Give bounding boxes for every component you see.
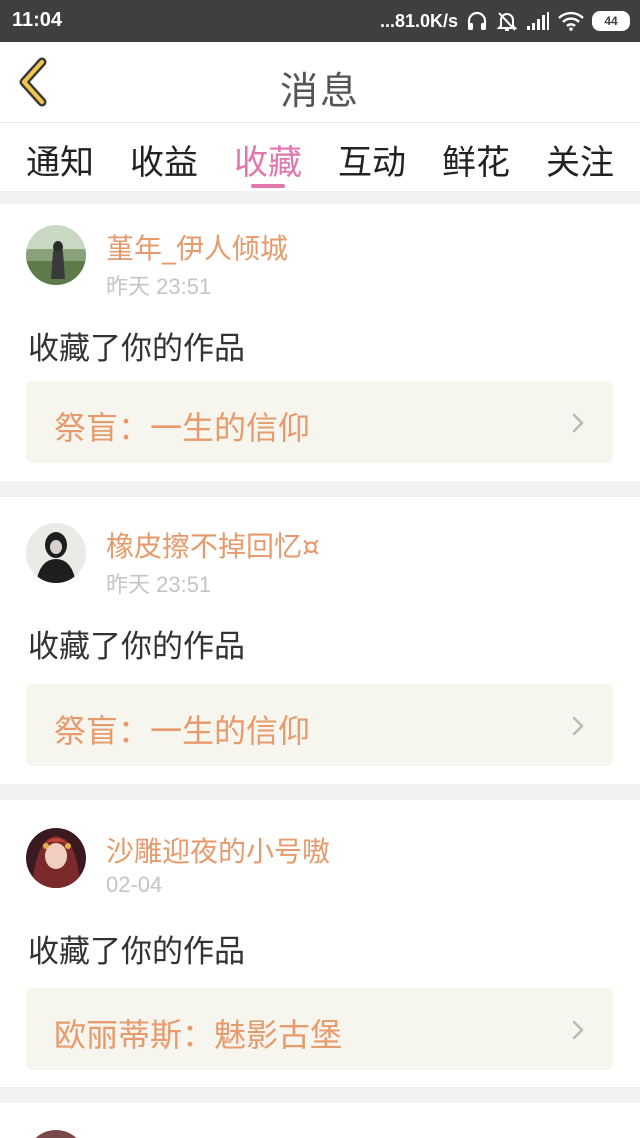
headphones-icon [467,11,487,30]
timestamp: 02-04 [106,872,163,897]
mute-bell-icon [496,12,518,31]
work-title: 欧丽蒂斯：魅影古堡 [54,1016,343,1054]
avatar[interactable] [26,828,86,888]
header-bar: 消息 [0,42,640,123]
signal-icon [527,12,549,30]
message-card: 沙雕迎夜的小号嗷 02-04 收藏了你的作品 欧丽蒂斯：魅影古堡 [0,800,640,1087]
work-link[interactable]: 祭盲：一生的信仰 [26,684,613,766]
message-list: 堇年_伊人倾城 昨天 23:51 收藏了你的作品 祭盲：一生的信仰 [0,191,640,481]
work-title: 祭盲：一生的信仰 [54,409,311,447]
status-bar: 11:04 ...81.0K/s 44 [0,0,640,42]
wifi-icon [558,11,584,31]
status-time: 11:04 [12,9,63,31]
tab-interactions[interactable]: 互动 [338,123,406,191]
username[interactable]: 沙雕迎夜的小号嗷 [106,830,330,870]
avatar[interactable] [26,225,86,285]
work-title: 祭盲：一生的信仰 [54,712,311,750]
divider [0,784,640,800]
username[interactable]: 堇年_伊人倾城 [106,227,288,267]
tab-earnings[interactable]: 收益 [130,123,198,191]
tab-favorites[interactable]: 收藏 [234,123,302,191]
avatar[interactable] [26,1130,86,1138]
message-card: 堇年_伊人倾城 昨天 23:51 收藏了你的作品 祭盲：一生的信仰 [0,204,640,481]
tab-flowers[interactable]: 鲜花 [442,123,510,191]
tab-bar: 通知 收益 收藏 互动 鲜花 关注 [0,123,640,191]
tab-follows[interactable]: 关注 [546,123,614,191]
divider [0,481,640,497]
chevron-right-icon [572,1020,584,1040]
page-title: 消息 [279,69,360,113]
action-text: 收藏了你的作品 [28,629,245,665]
work-link[interactable]: 祭盲：一生的信仰 [26,381,613,463]
avatar[interactable] [26,523,86,583]
action-text: 收藏了你的作品 [28,331,245,367]
divider [0,191,640,204]
message-card-2-wrapper: 橡皮擦不掉回忆¤ 昨天 23:51 收藏了你的作品 祭盲：一生的信仰 [0,481,640,784]
action-text: 收藏了你的作品 [28,934,245,970]
message-card: 橡皮擦不掉回忆¤ 昨天 23:51 收藏了你的作品 祭盲：一生的信仰 [0,497,640,784]
battery-indicator: 44 [592,11,630,31]
status-icons: ...81.0K/s 44 [380,6,630,36]
timestamp: 昨天 23:51 [106,572,212,597]
chevron-right-icon [572,716,584,736]
chevron-right-icon [572,413,584,433]
tab-notifications[interactable]: 通知 [26,123,94,191]
message-card-3-wrapper: 沙雕迎夜的小号嗷 02-04 收藏了你的作品 欧丽蒂斯：魅影古堡 [0,784,640,1087]
divider [0,1087,640,1103]
work-link[interactable]: 欧丽蒂斯：魅影古堡 [26,988,613,1070]
timestamp: 昨天 23:51 [106,274,212,299]
net-speed: ...81.0K/s [379,10,458,31]
username[interactable]: 橡皮擦不掉回忆¤ [106,525,320,565]
